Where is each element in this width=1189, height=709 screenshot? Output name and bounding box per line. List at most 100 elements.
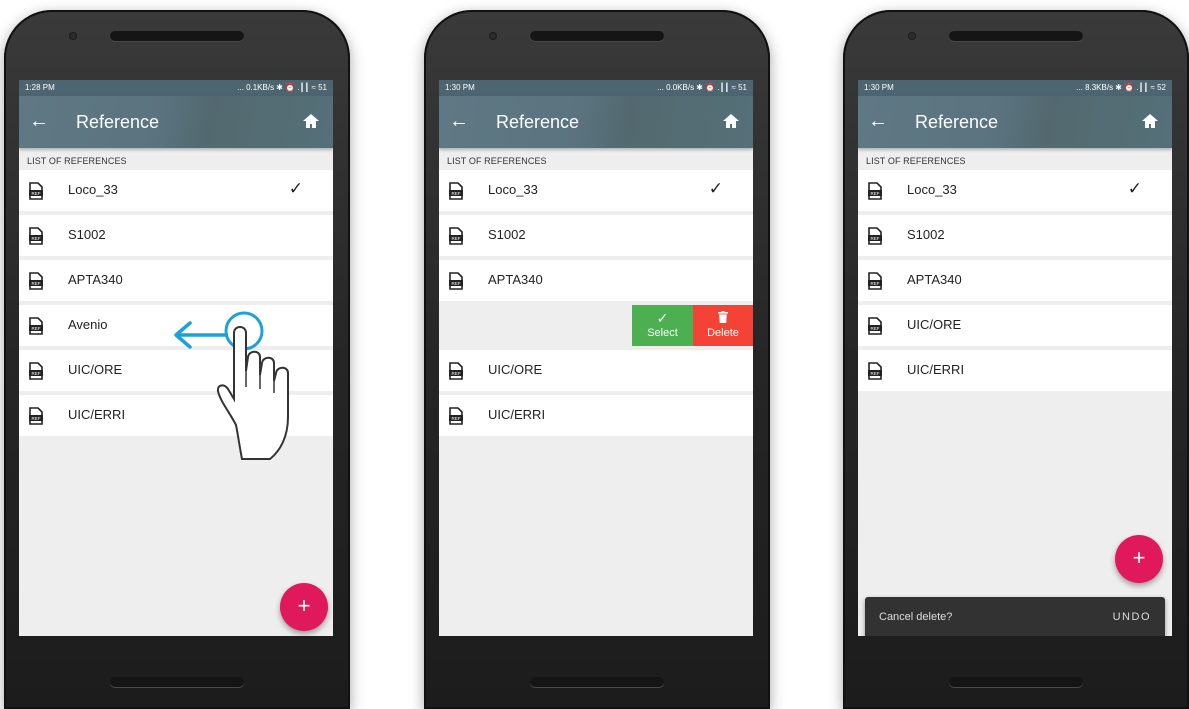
svg-text:REF: REF [452,281,461,286]
svg-text:REF: REF [452,371,461,376]
swiped-row: ✓ Select Delete [439,305,753,346]
svg-text:REF: REF [32,371,41,376]
app-bar: ← Reference [439,96,753,148]
earpiece-speaker [949,31,1083,41]
list-item-label: S1002 [488,227,526,242]
check-icon: ✓ [708,179,723,198]
ref-document-icon: REF [449,407,463,425]
bottom-speaker [530,677,664,687]
ref-document-icon: REF [29,272,43,290]
list-item[interactable]: REF Loco_33 ✓ [858,170,1172,211]
list-item[interactable]: REF UIC/ERRI [439,395,753,436]
svg-text:REF: REF [32,236,41,241]
arrow-left-icon[interactable]: ← [27,109,51,133]
list-item[interactable]: REF APTA340 [19,260,333,301]
front-camera [490,33,496,39]
status-indicators: ... 8.3KB/s ✱ ⏰ .┃┃ ≈ 52 [1076,83,1166,92]
svg-text:REF: REF [452,416,461,421]
earpiece-speaker [530,31,664,41]
trash-icon [693,310,753,326]
svg-text:REF: REF [871,371,880,376]
list-item-label: UIC/ERRI [488,407,546,422]
list-item-label: Loco_33 [907,182,957,197]
status-time: 1:28 PM [25,83,55,92]
delete-action-label: Delete [707,327,739,339]
page-title: Reference [76,112,160,132]
ref-document-icon: REF [29,182,43,200]
svg-text:REF: REF [32,416,41,421]
list-item-label: APTA340 [68,272,123,287]
page-title: Reference [915,112,999,132]
list-item-label: Loco_33 [488,182,538,197]
phone-mockup-3: 1:30 PM ... 8.3KB/s ✱ ⏰ .┃┃ ≈ 52 ← Refer… [843,10,1189,709]
list-item-label: S1002 [68,227,106,242]
list-item-label: APTA340 [488,272,543,287]
app-bar: ← Reference [858,96,1172,148]
list-item-label: Avenio [68,317,108,332]
svg-text:REF: REF [32,191,41,196]
list-item[interactable]: REF S1002 [439,215,753,256]
ref-document-icon: REF [449,182,463,200]
delete-action-button[interactable]: Delete [693,305,753,346]
select-action-label: Select [647,327,678,339]
home-icon[interactable] [1138,109,1162,133]
list-item[interactable]: REF APTA340 [858,260,1172,301]
list-item[interactable]: REF Loco_33 ✓ [19,170,333,211]
swipe-left-hand-icon [174,311,289,460]
svg-text:REF: REF [32,326,41,331]
list-item[interactable]: REF UIC/ORE [439,350,753,391]
home-icon[interactable] [299,109,323,133]
svg-text:REF: REF [871,281,880,286]
ref-document-icon: REF [29,407,43,425]
bottom-speaker [110,677,244,687]
svg-text:REF: REF [32,281,41,286]
status-time: 1:30 PM [445,83,475,92]
list-item-label: UIC/ERRI [907,362,965,377]
phone-screen: 1:30 PM ... 0.0KB/s ✱ ⏰ .┃┃ ≈ 51 ← Refer… [439,80,753,636]
list-item-label: APTA340 [907,272,962,287]
svg-text:REF: REF [871,191,880,196]
check-icon: ✓ [656,310,669,326]
status-time: 1:30 PM [864,83,894,92]
status-indicators: ... 0.1KB/s ✱ ⏰ .┃┃ ≈ 51 [237,83,327,92]
svg-text:REF: REF [871,236,880,241]
list-item[interactable]: REF Loco_33 ✓ [439,170,753,211]
app-bar: ← Reference [19,96,333,148]
ref-document-icon: REF [449,362,463,380]
list-item[interactable]: REF S1002 [19,215,333,256]
list-item[interactable]: REF APTA340 [439,260,753,301]
add-button[interactable]: + [280,583,328,631]
status-bar: 1:30 PM ... 0.0KB/s ✱ ⏰ .┃┃ ≈ 51 [439,80,753,96]
list-item-label: UIC/ORE [907,317,962,332]
ref-document-icon: REF [449,272,463,290]
svg-text:REF: REF [871,326,880,331]
ref-document-icon: REF [868,272,882,290]
ref-document-icon: REF [29,227,43,245]
list-item[interactable]: REF S1002 [858,215,1172,256]
svg-text:REF: REF [452,236,461,241]
list-item[interactable]: REF UIC/ERRI [858,350,1172,391]
ref-document-icon: REF [449,227,463,245]
status-bar: 1:28 PM ... 0.1KB/s ✱ ⏰ .┃┃ ≈ 51 [19,80,333,96]
arrow-left-icon[interactable]: ← [447,109,471,133]
status-bar: 1:30 PM ... 8.3KB/s ✱ ⏰ .┃┃ ≈ 52 [858,80,1172,96]
phone-mockup-2: 1:30 PM ... 0.0KB/s ✱ ⏰ .┃┃ ≈ 51 ← Refer… [424,10,770,709]
check-icon: ✓ [288,179,303,198]
list-item-label: UIC/ORE [68,362,123,377]
home-icon[interactable] [719,109,743,133]
list-item-label: Loco_33 [68,182,118,197]
check-icon: ✓ [1127,179,1142,198]
add-button[interactable]: + [1115,535,1163,583]
earpiece-speaker [110,31,244,41]
ref-document-icon: REF [29,317,43,335]
ref-document-icon: REF [29,362,43,380]
list-item[interactable]: REF UIC/ORE [858,305,1172,346]
select-action-button[interactable]: ✓ Select [632,305,693,346]
list-item-label: UIC/ERRI [68,407,126,422]
bottom-speaker [949,677,1083,687]
ref-document-icon: REF [868,182,882,200]
arrow-left-icon[interactable]: ← [866,109,890,133]
ref-document-icon: REF [868,317,882,335]
undo-button[interactable]: UNDO [1113,611,1151,623]
section-header: LIST OF REFERENCES [447,156,547,166]
